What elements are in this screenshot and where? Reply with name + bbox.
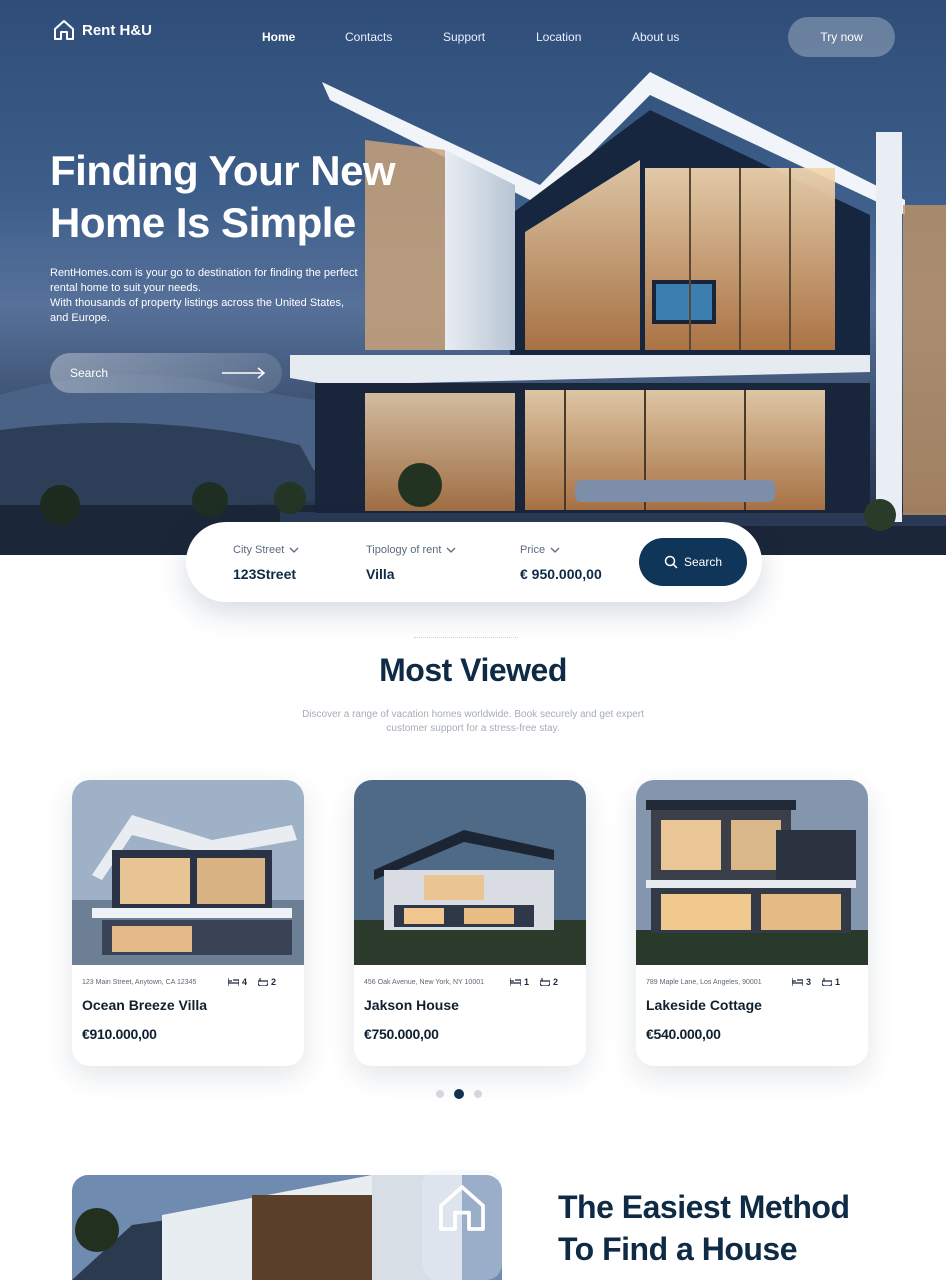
bath-count: 2 bbox=[553, 977, 559, 987]
section-divider bbox=[414, 637, 518, 638]
property-stats: 4 2 bbox=[228, 977, 276, 987]
home-icon bbox=[439, 1185, 485, 1231]
property-address: 456 Oak Avenue, New York, NY 10001 bbox=[364, 979, 484, 986]
hero-description-line-1: RentHomes.com is your go to destination … bbox=[50, 267, 358, 294]
property-photo bbox=[72, 780, 304, 965]
property-address: 123 Main Street, Anytown, CA 12345 bbox=[82, 979, 197, 986]
property-photo bbox=[636, 780, 868, 965]
bed-count: 4 bbox=[242, 977, 248, 987]
hero-title-line-2: Home Is Simple bbox=[50, 199, 356, 246]
city-street-dropdown[interactable]: City Street 123Street bbox=[233, 544, 299, 582]
most-viewed-subtitle: Discover a range of vacation homes world… bbox=[302, 709, 644, 734]
bed-icon bbox=[510, 978, 521, 986]
nav-link-location[interactable]: Location bbox=[536, 30, 581, 44]
logo-text: Rent H&U bbox=[82, 21, 152, 39]
property-card[interactable]: 456 Oak Avenue, New York, NY 10001 1 2 J… bbox=[354, 780, 586, 1066]
property-price: €750.000,00 bbox=[364, 1026, 439, 1042]
property-search-bar: City Street 123Street Tipology of rent V… bbox=[186, 522, 762, 602]
property-stats: 3 1 bbox=[792, 977, 840, 987]
arrow-right-icon bbox=[222, 367, 266, 379]
rent-type-value: Villa bbox=[366, 566, 395, 582]
carousel-dot-3[interactable] bbox=[474, 1090, 482, 1098]
rent-type-label: Tipology of rent bbox=[366, 544, 442, 556]
search-submit-label: Search bbox=[683, 555, 723, 569]
price-value: € 950.000,00 bbox=[520, 566, 602, 582]
search-submit-button[interactable]: Search bbox=[639, 538, 747, 586]
bed-icon bbox=[792, 978, 803, 986]
hero-section: Rent H&U Home Contacts Support Location … bbox=[0, 0, 946, 555]
top-navigation: Rent H&U Home Contacts Support Location … bbox=[0, 0, 946, 75]
search-icon bbox=[664, 555, 678, 569]
hero-title-line-1: Finding Your New bbox=[50, 147, 396, 194]
home-badge bbox=[422, 1170, 502, 1280]
property-address: 789 Maple Lane, Los Angeles, 90001 bbox=[646, 979, 762, 986]
hero-search-label: Search bbox=[70, 366, 109, 380]
nav-link-home[interactable]: Home bbox=[262, 30, 295, 44]
property-name: Jakson House bbox=[364, 997, 459, 1013]
carousel-dot-2[interactable] bbox=[454, 1089, 464, 1099]
property-card[interactable]: 123 Main Street, Anytown, CA 12345 4 2 O… bbox=[72, 780, 304, 1066]
home-logo-icon bbox=[54, 20, 74, 40]
property-stats: 1 2 bbox=[510, 977, 558, 987]
bath-count: 2 bbox=[271, 977, 277, 987]
bed-count: 1 bbox=[524, 977, 530, 987]
logo[interactable]: Rent H&U bbox=[52, 18, 152, 42]
most-viewed-title: Most Viewed bbox=[379, 652, 567, 688]
property-photo bbox=[354, 780, 586, 965]
nav-link-support[interactable]: Support bbox=[443, 30, 485, 44]
feature-title: The Easiest Method To Find a House bbox=[558, 1186, 898, 1270]
bath-icon bbox=[258, 978, 269, 986]
property-name: Lakeside Cottage bbox=[646, 997, 762, 1013]
nav-link-about[interactable]: About us bbox=[632, 30, 679, 44]
city-street-label: City Street bbox=[233, 544, 285, 556]
property-card[interactable]: 789 Maple Lane, Los Angeles, 90001 3 1 L… bbox=[636, 780, 868, 1066]
carousel-pagination bbox=[436, 1089, 482, 1099]
bed-count: 3 bbox=[806, 977, 812, 987]
bath-count: 1 bbox=[835, 977, 841, 987]
rent-type-dropdown[interactable]: Tipology of rent Villa bbox=[366, 544, 456, 582]
property-price: €540.000,00 bbox=[646, 1026, 721, 1042]
chevron-down-icon bbox=[289, 547, 299, 553]
hero-title: Finding Your New Home Is Simple bbox=[50, 145, 450, 249]
carousel-dot-1[interactable] bbox=[436, 1090, 444, 1098]
feature-title-line-1: The Easiest Method bbox=[558, 1189, 850, 1225]
price-dropdown[interactable]: Price € 950.000,00 bbox=[520, 544, 602, 582]
bath-icon bbox=[540, 978, 551, 986]
hero-description: RentHomes.com is your go to destination … bbox=[50, 266, 360, 326]
hero-description-line-2: With thousands of property listings acro… bbox=[50, 297, 345, 324]
price-label: Price bbox=[520, 544, 546, 556]
bed-icon bbox=[228, 978, 239, 986]
property-name: Ocean Breeze Villa bbox=[82, 997, 208, 1013]
chevron-down-icon bbox=[446, 547, 456, 553]
city-street-value: 123Street bbox=[233, 566, 297, 582]
try-now-button[interactable]: Try now bbox=[788, 17, 895, 57]
hero-search-button[interactable]: Search bbox=[50, 353, 282, 393]
bath-icon bbox=[822, 978, 833, 986]
chevron-down-icon bbox=[550, 547, 560, 553]
property-price: €910.000,00 bbox=[82, 1026, 157, 1042]
nav-link-contacts[interactable]: Contacts bbox=[345, 30, 392, 44]
feature-title-line-2: To Find a House bbox=[558, 1231, 798, 1267]
